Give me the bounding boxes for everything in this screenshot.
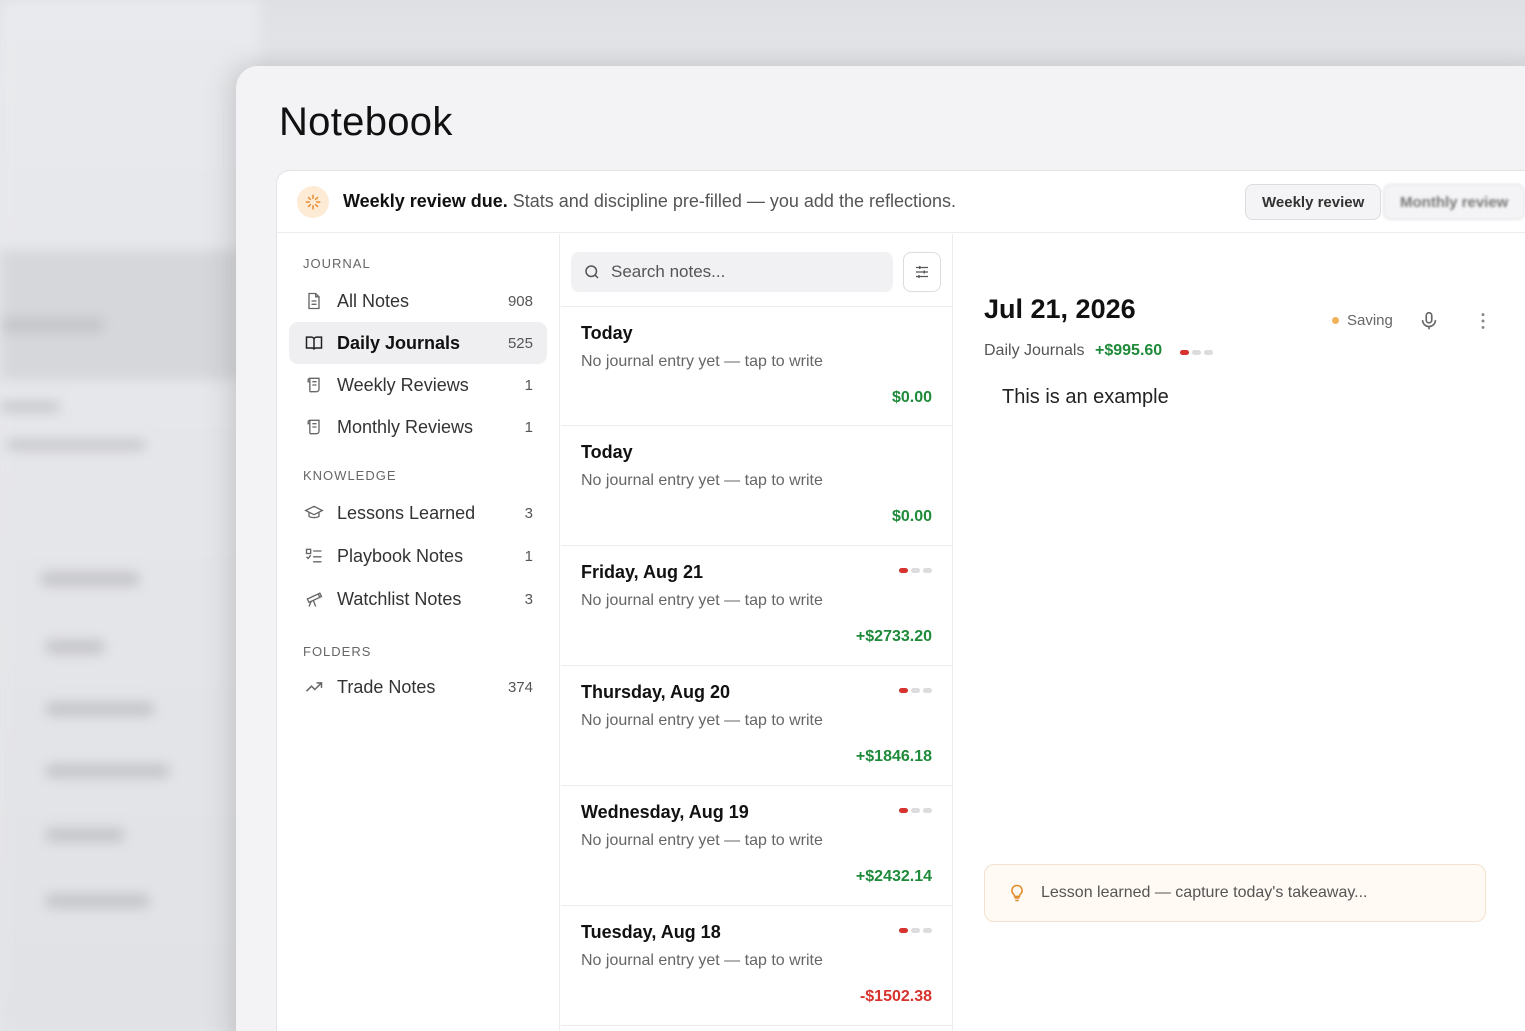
sidebar-item-playbook-notes[interactable]: Playbook Notes 1 bbox=[289, 535, 547, 577]
discipline-indicator bbox=[899, 568, 932, 573]
search-input[interactable] bbox=[611, 262, 871, 282]
book-icon bbox=[303, 332, 325, 354]
list-item[interactable]: Today No journal entry yet — tap to writ… bbox=[561, 426, 952, 546]
review-banner: Weekly review due. Stats and discipline … bbox=[277, 171, 1525, 233]
main-panel: Weekly review due. Stats and discipline … bbox=[276, 170, 1525, 1031]
filter-button[interactable] bbox=[903, 252, 941, 292]
entry-subtitle: No journal entry yet — tap to write bbox=[581, 353, 823, 370]
sidebar-item-watchlist-notes[interactable]: Watchlist Notes 3 bbox=[289, 578, 547, 620]
sidebar-item-label: Trade Notes bbox=[337, 676, 436, 697]
banner-text: Weekly review due. Stats and discipline … bbox=[343, 191, 956, 212]
list-item[interactable]: Today No journal entry yet — tap to writ… bbox=[561, 306, 952, 426]
sidebar-item-label: All Notes bbox=[337, 290, 410, 311]
discipline-indicator bbox=[899, 928, 932, 933]
sidebar-item-count: 908 bbox=[507, 292, 533, 310]
editor-body[interactable]: This is an example bbox=[1002, 386, 1169, 409]
entry-title: Today bbox=[581, 442, 633, 462]
search-icon bbox=[585, 265, 599, 279]
list-item[interactable]: Tuesday, Aug 18 No journal entry yet — t… bbox=[561, 906, 952, 1026]
background-app bbox=[0, 0, 260, 1031]
sidebar-item-count: 1 bbox=[524, 376, 533, 394]
sidebar-item-monthly-reviews[interactable]: Monthly Reviews 1 bbox=[289, 406, 547, 448]
sidebar: JOURNAL All Notes 908 Daily Journals 525 bbox=[277, 234, 560, 1031]
entry-title: Today bbox=[581, 323, 633, 343]
telescope-icon bbox=[303, 588, 325, 610]
lesson-learned-input[interactable]: Lesson learned — capture today's takeawa… bbox=[984, 864, 1486, 922]
app-window: Notebook Weekly review due. Stats and di… bbox=[236, 66, 1525, 1031]
sidebar-item-count: 1 bbox=[524, 418, 533, 436]
entry-title: Tuesday, Aug 18 bbox=[581, 922, 721, 942]
editor-pane: Jul 21, 2026 Saving Daily Journals +$995… bbox=[954, 234, 1525, 1031]
discipline-indicator bbox=[899, 808, 932, 813]
sidebar-item-count: 1 bbox=[524, 547, 533, 565]
save-status-label: Saving bbox=[1347, 312, 1393, 329]
scroll-icon bbox=[303, 416, 325, 438]
discipline-indicator bbox=[1180, 350, 1213, 355]
banner-strong: Weekly review due. bbox=[343, 191, 508, 211]
weekly-review-button[interactable]: Weekly review bbox=[1245, 184, 1382, 220]
sliders-icon bbox=[916, 266, 928, 278]
checklist-icon bbox=[303, 545, 325, 567]
sidebar-item-label: Lessons Learned bbox=[337, 502, 476, 523]
section-label-journal: JOURNAL bbox=[303, 256, 371, 271]
entries-list: Today No journal entry yet — tap to writ… bbox=[561, 306, 952, 1026]
sidebar-item-trade-notes[interactable]: Trade Notes 374 bbox=[289, 666, 547, 708]
search-box[interactable] bbox=[571, 252, 893, 292]
entry-subtitle: No journal entry yet — tap to write bbox=[581, 952, 823, 969]
entry-subtitle: No journal entry yet — tap to write bbox=[581, 832, 823, 849]
sidebar-item-lessons-learned[interactable]: Lessons Learned 3 bbox=[289, 492, 547, 534]
sidebar-item-weekly-reviews[interactable]: Weekly Reviews 1 bbox=[289, 364, 547, 406]
entry-title: Wednesday, Aug 19 bbox=[581, 802, 749, 822]
monthly-review-button[interactable]: Monthly review bbox=[1383, 184, 1525, 220]
entry-subtitle: No journal entry yet — tap to write bbox=[581, 592, 823, 609]
scroll-icon bbox=[303, 374, 325, 396]
lightbulb-icon bbox=[1011, 884, 1023, 902]
entry-title: Thursday, Aug 20 bbox=[581, 682, 731, 702]
sidebar-item-label: Watchlist Notes bbox=[337, 588, 462, 609]
entry-amount: +$2733.20 bbox=[855, 628, 932, 645]
entry-amount: +$1846.18 bbox=[855, 748, 932, 765]
more-options-icon[interactable] bbox=[1472, 310, 1494, 332]
graduation-cap-icon bbox=[303, 502, 325, 524]
entry-subtitle: No journal entry yet — tap to write bbox=[581, 712, 823, 729]
sidebar-item-label: Monthly Reviews bbox=[337, 416, 474, 437]
section-label-folders: FOLDERS bbox=[303, 644, 372, 659]
entry-amount: $0.00 bbox=[891, 508, 932, 525]
sidebar-item-label: Daily Journals bbox=[337, 332, 461, 353]
document-icon bbox=[303, 290, 325, 312]
sparkle-icon bbox=[297, 185, 329, 218]
sidebar-item-count: 525 bbox=[507, 334, 533, 352]
app-title: Notebook bbox=[279, 100, 453, 144]
entry-amount: +$2432.14 bbox=[855, 868, 932, 885]
notes-list: Today No journal entry yet — tap to writ… bbox=[561, 234, 953, 1031]
sidebar-item-label: Playbook Notes bbox=[337, 545, 464, 566]
entry-pnl: +$995.60 bbox=[1095, 342, 1163, 359]
lesson-placeholder: Lesson learned — capture today's takeawa… bbox=[1041, 884, 1368, 901]
list-item[interactable]: Thursday, Aug 20 No journal entry yet — … bbox=[561, 666, 952, 786]
banner-detail: Stats and discipline pre-filled — you ad… bbox=[507, 191, 957, 211]
entry-title: Friday, Aug 21 bbox=[581, 562, 704, 582]
section-label-knowledge: KNOWLEDGE bbox=[303, 468, 397, 483]
save-status: Saving bbox=[1332, 312, 1393, 329]
entry-date: Jul 21, 2026 bbox=[984, 294, 1136, 324]
list-item[interactable]: Wednesday, Aug 19 No journal entry yet —… bbox=[561, 786, 952, 906]
status-dot bbox=[1332, 317, 1339, 324]
microphone-icon[interactable] bbox=[1418, 310, 1440, 332]
sidebar-item-all-notes[interactable]: All Notes 908 bbox=[289, 280, 547, 322]
sidebar-item-count: 374 bbox=[507, 678, 533, 696]
sidebar-item-count: 3 bbox=[524, 504, 533, 522]
entry-amount: $0.00 bbox=[891, 389, 932, 406]
entry-subtitle: No journal entry yet — tap to write bbox=[581, 472, 823, 489]
discipline-indicator bbox=[899, 688, 932, 693]
sidebar-item-daily-journals[interactable]: Daily Journals 525 bbox=[289, 322, 547, 364]
sidebar-item-label: Weekly Reviews bbox=[337, 374, 469, 395]
entry-amount: -$1502.38 bbox=[859, 988, 932, 1005]
list-item[interactable]: Friday, Aug 21 No journal entry yet — ta… bbox=[561, 546, 952, 666]
sidebar-item-count: 3 bbox=[524, 590, 533, 608]
entry-folder[interactable]: Daily Journals bbox=[984, 342, 1084, 360]
trending-up-icon bbox=[303, 676, 325, 698]
